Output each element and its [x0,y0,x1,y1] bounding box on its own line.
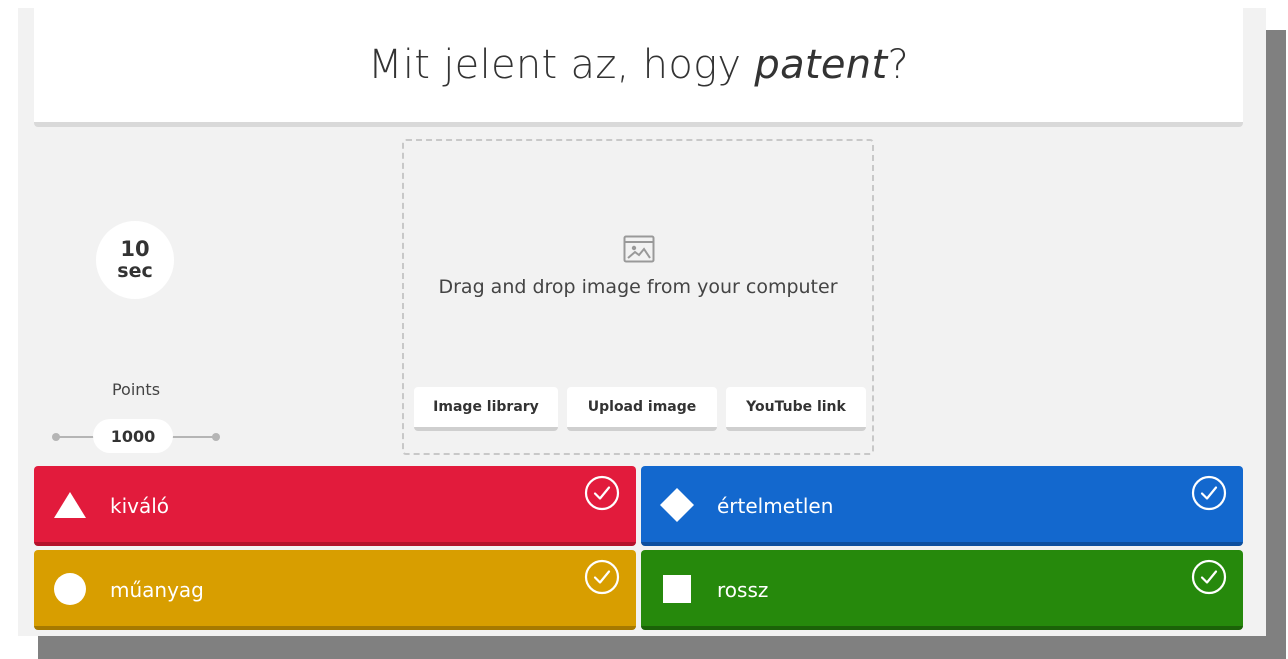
image-library-button[interactable]: Image library [414,387,558,431]
question-title-suffix: ? [887,42,909,88]
correct-answer-toggle-icon[interactable] [584,559,620,595]
answer-4[interactable]: rossz [641,550,1243,630]
diamond-icon [660,488,694,522]
answer-4-text[interactable]: rossz [717,578,768,602]
square-icon [663,575,691,603]
dropzone-text: Drag and drop image from your computer [438,276,838,298]
triangle-icon [54,492,86,518]
answer-3-text[interactable]: műanyag [110,578,204,602]
question-title-emphasis: patent [754,42,888,88]
correct-answer-toggle-icon[interactable] [1191,559,1227,595]
points-slider[interactable]: 1000 [52,419,222,455]
image-dropzone[interactable]: Drag and drop image from your computer I… [402,139,874,455]
timer-value: 10 [120,237,150,261]
points-slider-min-dot[interactable] [52,433,60,441]
correct-answer-toggle-icon[interactable] [1191,475,1227,511]
points-slider-max-dot[interactable] [212,433,220,441]
answer-3[interactable]: műanyag [34,550,636,630]
answer-1-text[interactable]: kiváló [110,494,169,518]
upload-image-button[interactable]: Upload image [567,387,717,431]
correct-answer-toggle-icon[interactable] [584,475,620,511]
points-value[interactable]: 1000 [93,419,173,453]
question-editor-canvas: Mit jelent az, hogy patent? 10 sec Point… [18,8,1266,636]
answer-2-text[interactable]: értelmetlen [717,494,833,518]
question-title: Mit jelent az, hogy patent? [368,42,909,88]
circle-icon [54,573,86,605]
timer-unit: sec [117,260,153,282]
image-icon [623,235,655,263]
question-card[interactable]: Mit jelent az, hogy patent? [34,8,1243,127]
answer-2[interactable]: értelmetlen [641,466,1243,546]
points-label: Points [111,380,161,399]
youtube-link-button[interactable]: YouTube link [726,387,866,431]
question-title-prefix: Mit jelent az, hogy [368,42,755,88]
time-limit-button[interactable]: 10 sec [96,221,174,299]
answer-1[interactable]: kiváló [34,466,636,546]
